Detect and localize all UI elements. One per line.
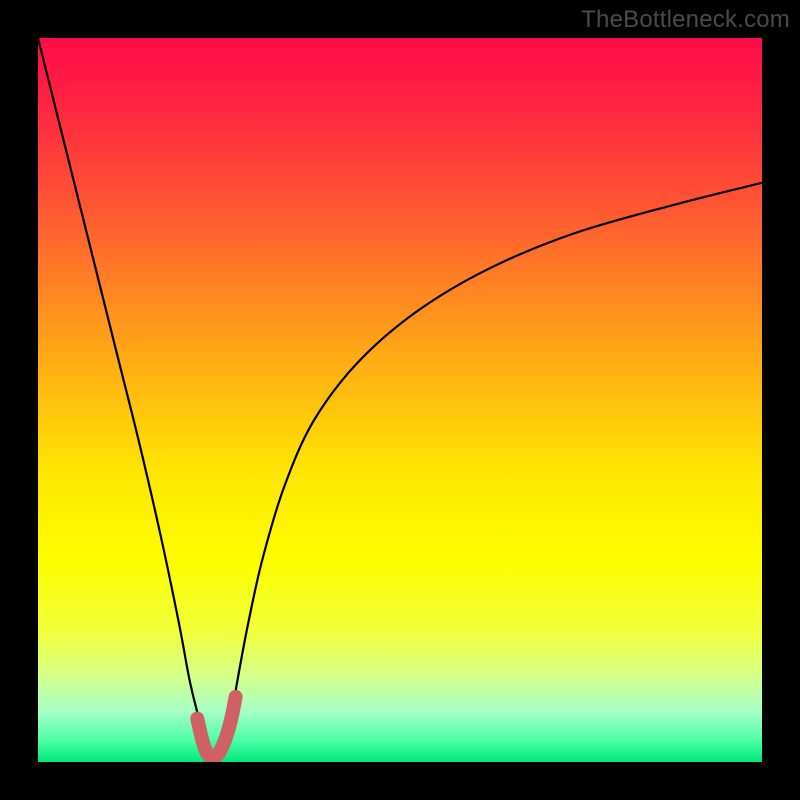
gradient-background	[38, 38, 762, 762]
chart-svg	[38, 38, 762, 762]
chart-frame: TheBottleneck.com	[0, 0, 800, 800]
plot-area	[38, 38, 762, 762]
watermark-text: TheBottleneck.com	[581, 6, 790, 34]
